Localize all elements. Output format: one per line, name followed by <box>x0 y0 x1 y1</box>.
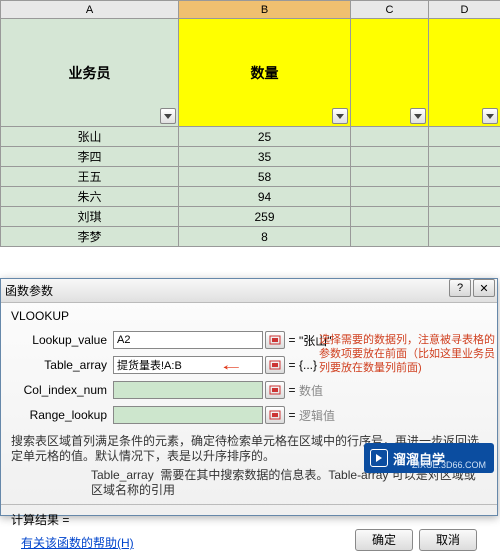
filter-dropdown-d[interactable] <box>482 108 498 124</box>
dialog-help-button[interactable]: ? <box>449 279 471 297</box>
annotation-text: 选择需要的数据列，注意被寻表格的参数项要放在前面（比如这里业务员列要放在数量列前… <box>319 333 495 375</box>
divider <box>1 504 497 505</box>
help-link[interactable]: 有关该函数的帮助(H) <box>21 534 134 551</box>
dialog-titlebar[interactable]: 函数参数 ? ✕ <box>1 279 497 303</box>
cell-name[interactable]: 李梦 <box>1 227 179 247</box>
header-cell-c[interactable] <box>351 19 429 127</box>
header-cell-b[interactable]: 数量 <box>179 19 351 127</box>
dialog-title: 函数参数 <box>5 282 53 299</box>
lookup-value-refselect-button[interactable] <box>265 331 285 349</box>
equals-sign: = <box>285 408 299 422</box>
range-lookup-result: 逻辑值 <box>299 407 335 424</box>
col-index-num-label: Col_index_num <box>11 383 113 397</box>
col-index-num-input[interactable] <box>113 381 263 399</box>
table-array-result: {...} <box>299 358 317 372</box>
filter-dropdown-b[interactable] <box>332 108 348 124</box>
cancel-button[interactable]: 取消 <box>419 529 477 551</box>
table-row: 刘琪259 <box>1 207 500 227</box>
calc-result-label: 计算结果 = <box>11 511 487 528</box>
filter-dropdown-a[interactable] <box>160 108 176 124</box>
range-lookup-input[interactable] <box>113 406 263 424</box>
lookup-value-input[interactable]: A2 <box>113 331 263 349</box>
col-header-c[interactable]: C <box>351 1 429 19</box>
annotation-arrow-icon: ← <box>218 357 244 375</box>
header-a-label: 业务员 <box>69 65 111 81</box>
equals-sign: = <box>285 383 299 397</box>
watermark-url: ZIXUE.3D66.COM <box>412 460 486 470</box>
header-b-label: 数量 <box>251 65 279 81</box>
range-lookup-refselect-button[interactable] <box>265 406 285 424</box>
header-cell-d[interactable] <box>429 19 500 127</box>
cell-qty[interactable]: 94 <box>179 187 351 207</box>
cell-name[interactable]: 李四 <box>1 147 179 167</box>
filter-dropdown-c[interactable] <box>410 108 426 124</box>
lookup-value-label: Lookup_value <box>11 333 113 347</box>
equals-sign: = <box>285 333 299 347</box>
range-lookup-label: Range_lookup <box>11 408 113 422</box>
cell-qty[interactable]: 35 <box>179 147 351 167</box>
cell-qty[interactable]: 8 <box>179 227 351 247</box>
function-name: VLOOKUP <box>11 309 487 323</box>
cell-qty[interactable]: 259 <box>179 207 351 227</box>
cell-qty[interactable]: 25 <box>179 127 351 147</box>
spreadsheet[interactable]: A B C D 业务员 数量 张山25 李四35 王五58 <box>0 0 500 247</box>
play-icon <box>370 449 388 467</box>
cell-name[interactable]: 刘琪 <box>1 207 179 227</box>
col-header-b[interactable]: B <box>179 1 351 19</box>
col-index-num-refselect-button[interactable] <box>265 381 285 399</box>
header-cell-a[interactable]: 业务员 <box>1 19 179 127</box>
cell-name[interactable]: 张山 <box>1 127 179 147</box>
dialog-close-button[interactable]: ✕ <box>473 279 495 297</box>
table-row: 王五58 <box>1 167 500 187</box>
cell-qty[interactable]: 58 <box>179 167 351 187</box>
col-header-d[interactable]: D <box>429 1 500 19</box>
table-row: 朱六94 <box>1 187 500 207</box>
table-row: 李四35 <box>1 147 500 167</box>
watermark-logo: 溜溜自学 ZIXUE.3D66.COM <box>364 443 494 473</box>
table-array-label: Table_array <box>11 358 113 372</box>
col-index-num-result: 数值 <box>299 382 323 399</box>
ok-button[interactable]: 确定 <box>355 529 413 551</box>
table-row: 张山25 <box>1 127 500 147</box>
col-header-a[interactable]: A <box>1 1 179 19</box>
cell-name[interactable]: 王五 <box>1 167 179 187</box>
cell-name[interactable]: 朱六 <box>1 187 179 207</box>
equals-sign: = <box>285 358 299 372</box>
table-row: 李梦8 <box>1 227 500 247</box>
function-arguments-dialog: 函数参数 ? ✕ VLOOKUP Lookup_value A2 = "张山" … <box>0 278 498 516</box>
table-array-refselect-button[interactable] <box>265 356 285 374</box>
